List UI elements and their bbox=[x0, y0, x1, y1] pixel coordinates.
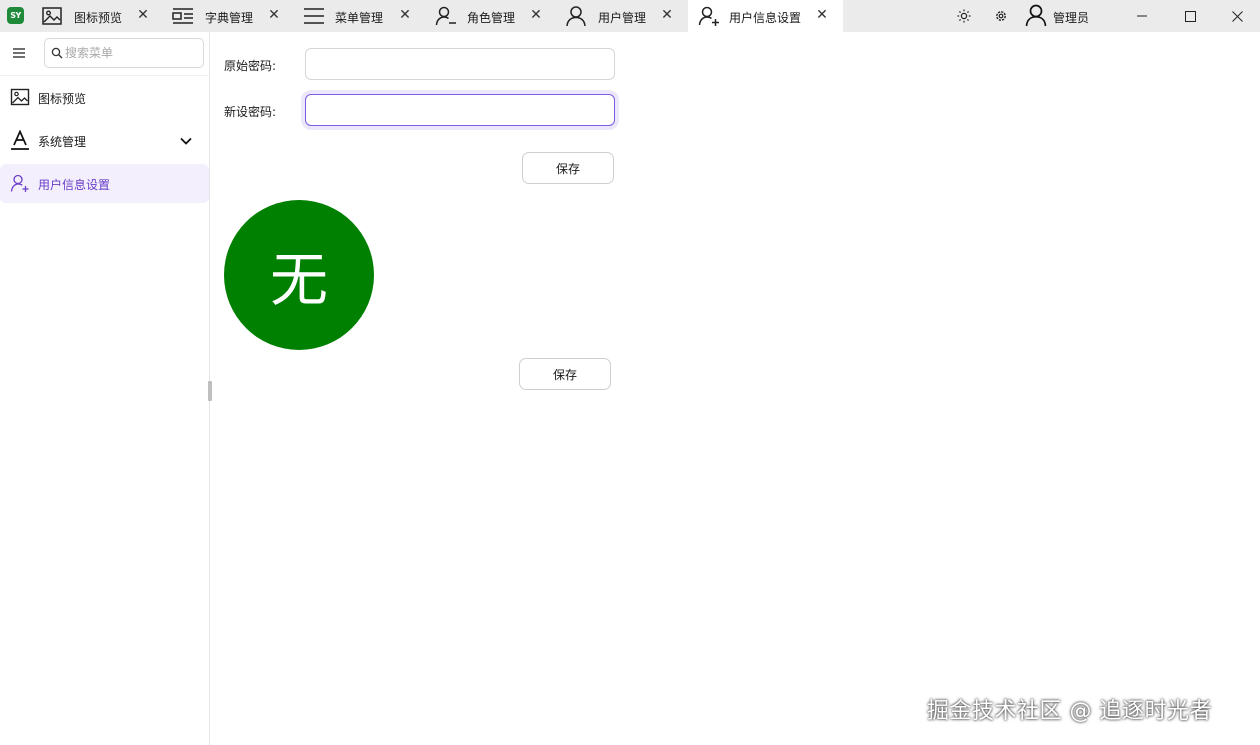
dictionary-icon bbox=[172, 8, 193, 24]
user-settings-icon bbox=[10, 174, 29, 192]
sidebar-item-icon-preview[interactable]: 图标预览 bbox=[0, 78, 209, 117]
tab-label: 用户管理 bbox=[598, 11, 647, 25]
tab-label: 图标预览 bbox=[74, 11, 123, 25]
tab-label: 角色管理 bbox=[467, 11, 516, 25]
tab-user-management[interactable]: 用户管理 ✕ bbox=[555, 0, 688, 32]
tab-icon-preview[interactable]: 图标预览 ✕ bbox=[32, 0, 162, 32]
user-avatar-icon bbox=[1025, 4, 1047, 27]
maximize-icon bbox=[1184, 10, 1196, 22]
tab-role-management[interactable]: 角色管理 ✕ bbox=[424, 0, 555, 32]
image-icon bbox=[10, 88, 30, 106]
menu-lines-icon bbox=[304, 8, 324, 24]
minimize-button[interactable] bbox=[1119, 0, 1165, 32]
sidebar: 图标预览 系统管理 用户信息设置 bbox=[0, 32, 210, 745]
tab-close-icon[interactable]: ✕ bbox=[265, 6, 283, 24]
user-name: 管理员 bbox=[1053, 11, 1090, 25]
font-a-icon bbox=[11, 130, 29, 150]
close-icon bbox=[1231, 10, 1243, 22]
sidebar-item-label: 系统管理 bbox=[38, 135, 87, 149]
tab-close-icon[interactable]: ✕ bbox=[134, 6, 152, 24]
watermark: 掘金技术社区 @ 追逐时光者 bbox=[927, 699, 1212, 724]
tab-label: 字典管理 bbox=[205, 11, 254, 25]
sun-icon[interactable] bbox=[954, 6, 974, 26]
tab-user-info-settings[interactable]: 用户信息设置 ✕ bbox=[688, 0, 843, 32]
divider bbox=[0, 75, 210, 76]
image-icon bbox=[42, 7, 62, 25]
sidebar-item-system-management[interactable]: 系统管理 bbox=[0, 121, 209, 160]
sidebar-item-label: 图标预览 bbox=[38, 92, 87, 106]
hamburger-icon[interactable] bbox=[10, 44, 28, 62]
gear-icon[interactable] bbox=[991, 6, 1011, 26]
tab-menu-management[interactable]: 菜单管理 ✕ bbox=[293, 0, 424, 32]
close-button[interactable] bbox=[1214, 0, 1260, 32]
tab-close-icon[interactable]: ✕ bbox=[396, 6, 414, 24]
sidebar-item-label: 用户信息设置 bbox=[38, 178, 111, 192]
menu-search[interactable] bbox=[44, 38, 204, 68]
sidebar-item-user-info-settings[interactable]: 用户信息设置 bbox=[0, 164, 209, 203]
tab-close-icon[interactable]: ✕ bbox=[658, 6, 676, 24]
search-input[interactable] bbox=[65, 43, 199, 63]
old-password-input[interactable] bbox=[305, 48, 615, 80]
new-password-input[interactable] bbox=[305, 94, 615, 126]
save-avatar-button[interactable]: 保存 bbox=[519, 358, 611, 390]
main-content: 原始密码: 新设密码: 保存 无 保存 bbox=[212, 32, 1260, 745]
role-icon bbox=[435, 6, 456, 26]
maximize-button[interactable] bbox=[1167, 0, 1213, 32]
app-logo: SY bbox=[7, 7, 24, 24]
save-password-button[interactable]: 保存 bbox=[522, 152, 614, 184]
new-password-label: 新设密码: bbox=[224, 105, 277, 119]
old-password-label: 原始密码: bbox=[224, 59, 277, 73]
chevron-down-icon[interactable] bbox=[178, 133, 194, 149]
search-icon bbox=[51, 47, 63, 59]
tab-dictionary[interactable]: 字典管理 ✕ bbox=[162, 0, 293, 32]
user-settings-icon bbox=[698, 6, 719, 26]
avatar[interactable]: 无 bbox=[224, 200, 374, 350]
minimize-icon bbox=[1137, 15, 1147, 17]
tab-label: 菜单管理 bbox=[335, 11, 384, 25]
user-menu[interactable]: 管理员 bbox=[1022, 0, 1102, 32]
title-bar: SY 图标预览 ✕ 字典管理 ✕ 菜单管理 ✕ 角色管理 ✕ 用户管理 ✕ 用户… bbox=[0, 0, 1260, 32]
user-icon bbox=[566, 6, 586, 27]
tab-close-icon[interactable]: ✕ bbox=[527, 6, 545, 24]
tab-close-icon[interactable]: ✕ bbox=[813, 6, 831, 24]
tab-label: 用户信息设置 bbox=[729, 11, 802, 25]
